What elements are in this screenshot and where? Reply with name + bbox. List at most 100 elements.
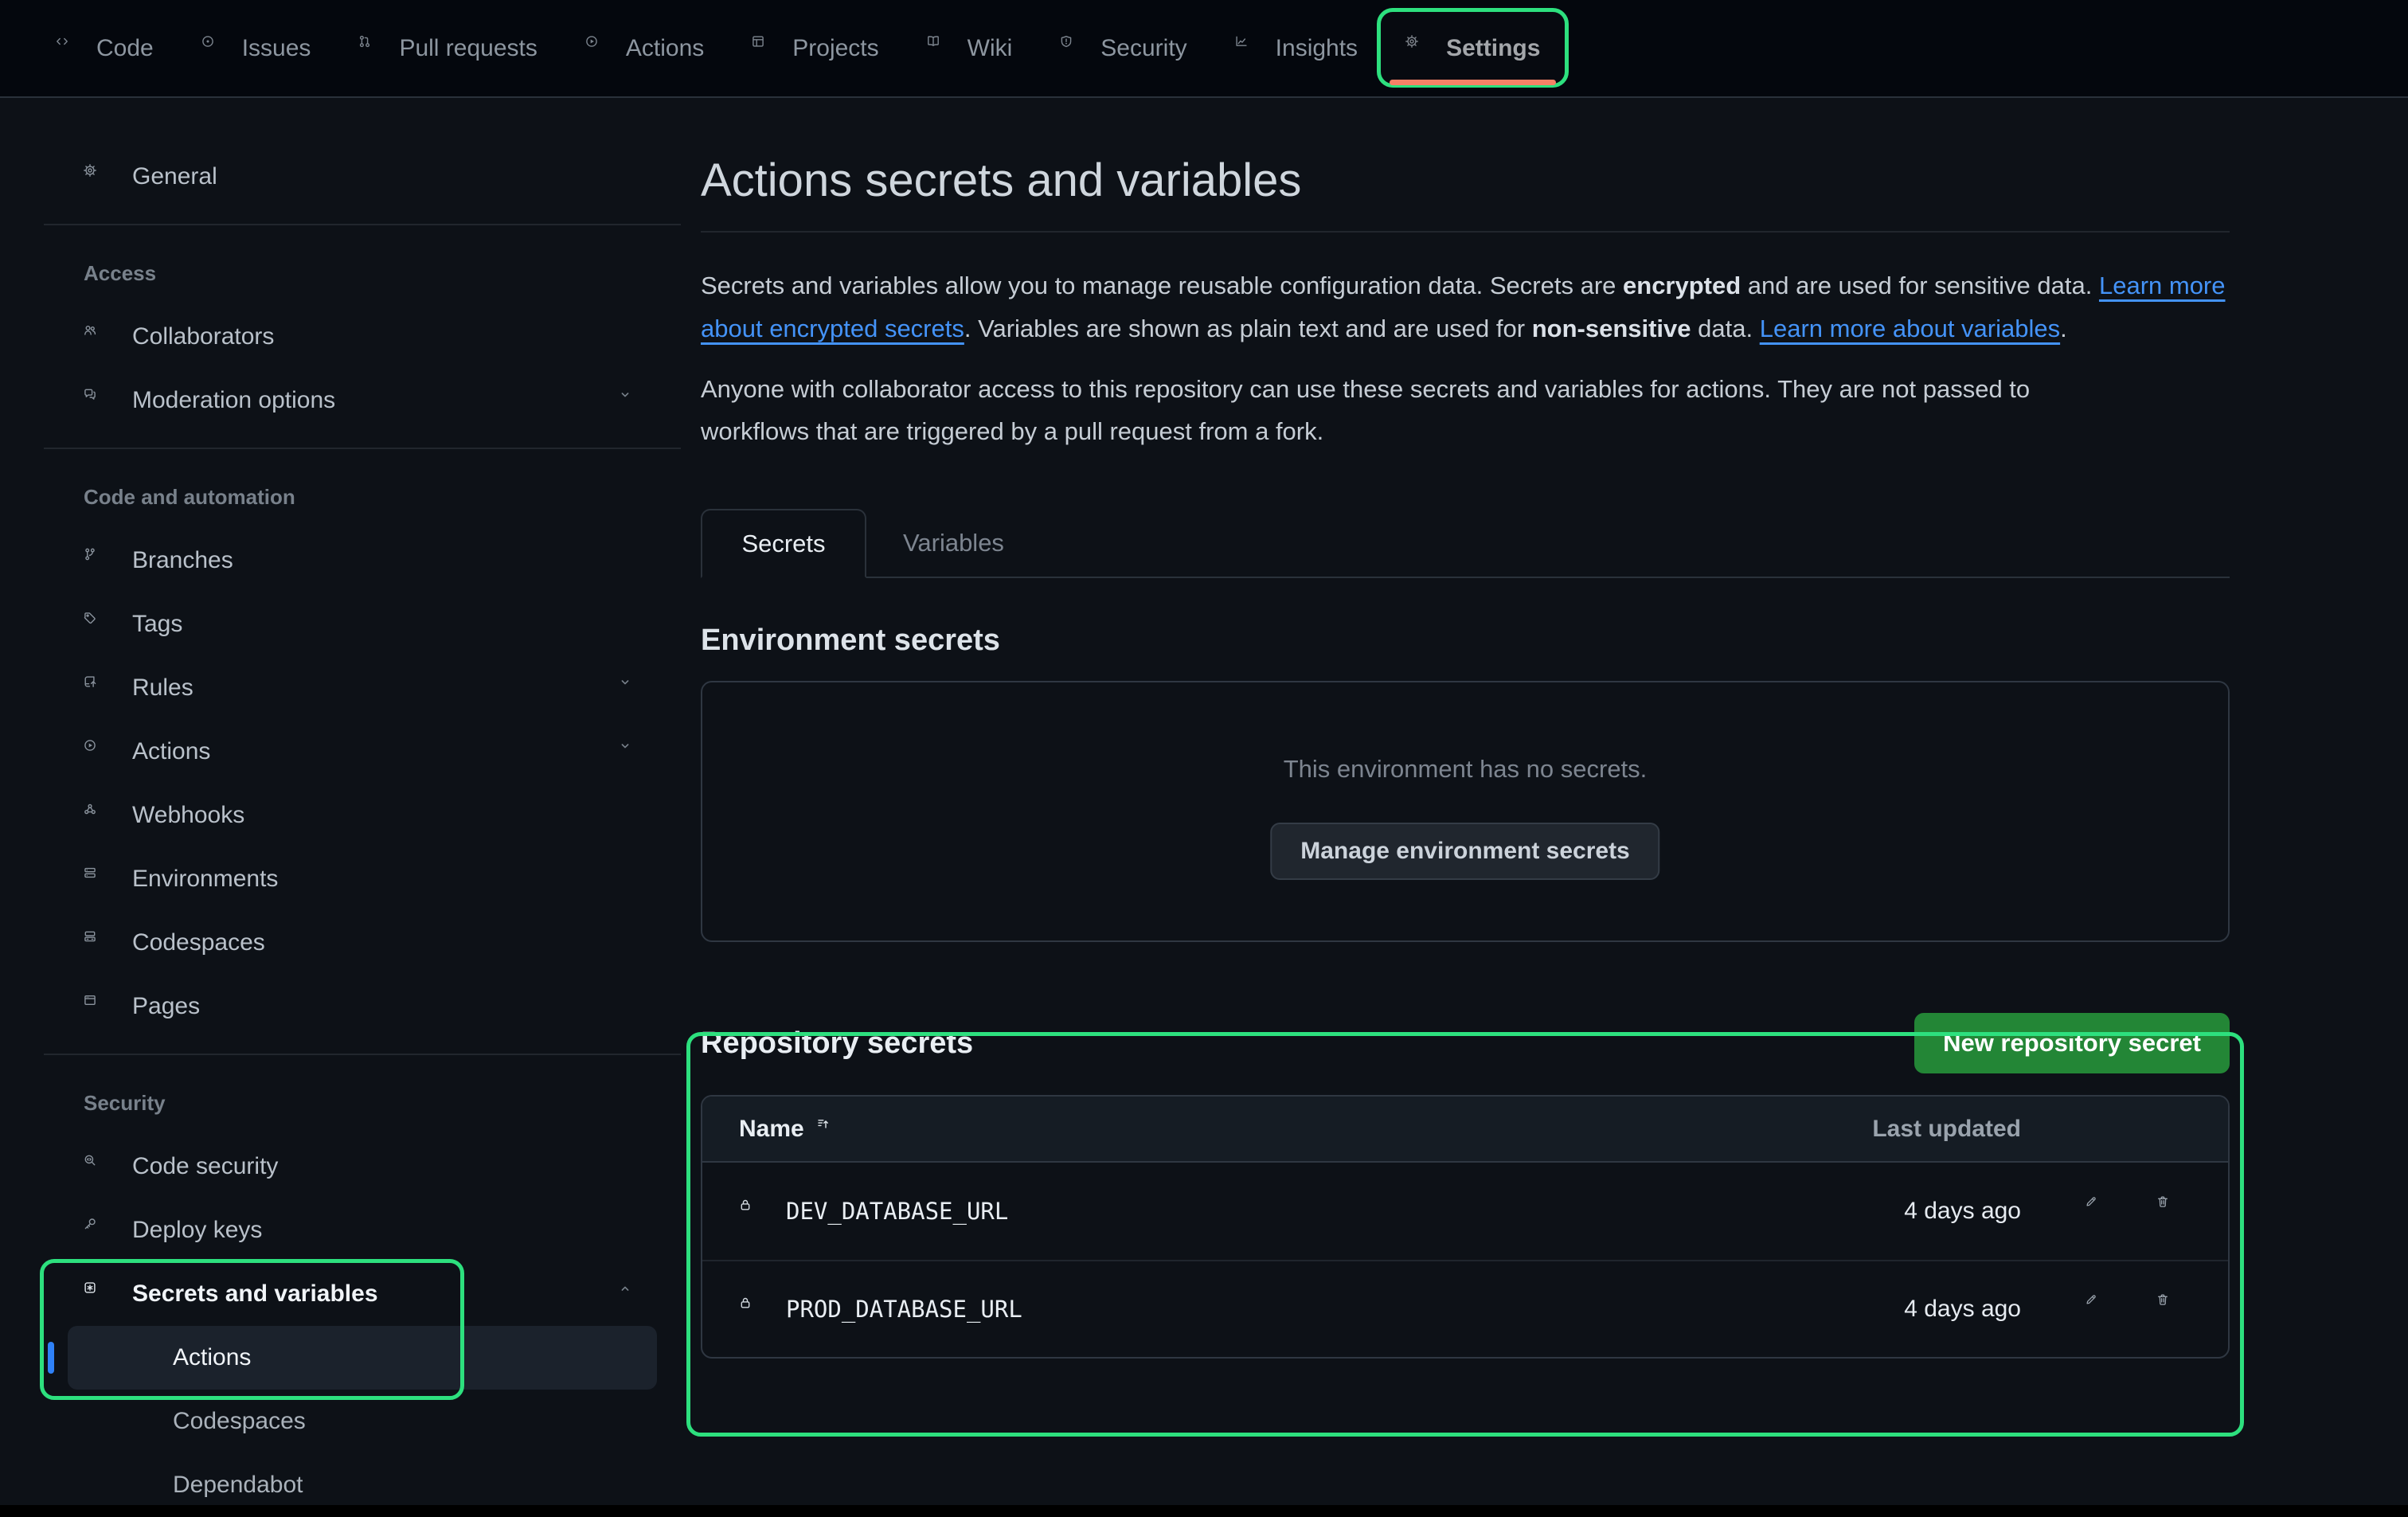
manage-environment-secrets-button[interactable]: Manage environment secrets: [1270, 823, 1659, 880]
git-branch-icon: [84, 548, 110, 574]
book-icon: [927, 35, 953, 61]
gear-icon: [1405, 35, 1432, 61]
sidebar-subitem-codespaces[interactable]: Codespaces: [44, 1390, 681, 1453]
secret-last-updated: 4 days ago: [1782, 1296, 2021, 1323]
sidebar-section-security: Security: [44, 1071, 681, 1135]
column-header-name[interactable]: Name: [739, 1116, 841, 1143]
nav-tab-actions[interactable]: Actions: [561, 0, 728, 97]
intro-text: . Variables are shown as plain text and …: [964, 315, 1532, 342]
sidebar-item-label: Pages: [132, 993, 200, 1020]
intro-text: .: [2060, 315, 2067, 342]
secret-name-cell: PROD_DATABASE_URL: [739, 1296, 1782, 1323]
edit-secret-button[interactable]: [2065, 1293, 2136, 1325]
nav-tab-wiki[interactable]: Wiki: [903, 0, 1037, 97]
column-header-label: Name: [739, 1116, 804, 1143]
nav-tab-label: Wiki: [968, 35, 1013, 62]
sidebar-item-label: Codespaces: [173, 1408, 306, 1435]
webhook-icon: [84, 803, 110, 829]
secret-name: DEV_DATABASE_URL: [786, 1198, 1008, 1225]
play-icon: [84, 739, 110, 765]
intro-text: data.: [1691, 315, 1760, 342]
sidebar-item-label: Tags: [132, 611, 182, 638]
play-icon: [585, 35, 612, 61]
sidebar-item-environments[interactable]: Environments: [44, 847, 681, 911]
sidebar-item-actions[interactable]: Actions: [44, 720, 681, 784]
nav-tab-pull-requests[interactable]: Pull requests: [334, 0, 561, 97]
table-row: DEV_DATABASE_URL 4 days ago: [702, 1163, 2228, 1260]
code-scan-icon: [84, 1154, 110, 1180]
sidebar-item-deploy-keys[interactable]: Deploy keys: [44, 1198, 681, 1262]
repository-secrets-heading: Repository secrets: [701, 1026, 973, 1061]
code-icon: [56, 35, 82, 61]
trash-icon: [2156, 1195, 2188, 1227]
sidebar-item-code-security[interactable]: Code security: [44, 1135, 681, 1198]
nav-tab-label: Actions: [626, 35, 704, 62]
sidebar-subitem-dependabot[interactable]: Dependabot: [44, 1453, 681, 1517]
chevron-down-icon: [619, 389, 643, 412]
repo-tab-nav: Code Issues Pull requests Actions Projec…: [0, 0, 2408, 98]
settings-sidebar: General Access Collaborators Moderation …: [44, 100, 681, 1517]
link-learn-variables[interactable]: Learn more about variables: [1760, 315, 2060, 342]
nav-tab-security[interactable]: Security: [1036, 0, 1210, 97]
sidebar-divider: [44, 1054, 681, 1055]
sidebar-item-tags[interactable]: Tags: [44, 592, 681, 656]
nav-tab-label: Settings: [1446, 35, 1540, 62]
sidebar-item-pages[interactable]: Pages: [44, 975, 681, 1038]
sidebar-item-moderation-options[interactable]: Moderation options: [44, 369, 681, 432]
repository-secrets-table: Name Last updated DEV_DATABASE_URL 4 day…: [701, 1095, 2230, 1359]
sidebar-item-label: Branches: [132, 547, 233, 574]
table-header-row: Name Last updated: [702, 1097, 2228, 1163]
title-divider: [701, 231, 2230, 233]
sidebar-item-label: Moderation options: [132, 387, 335, 414]
sidebar-item-label: Actions: [132, 738, 210, 765]
tab-variables[interactable]: Variables: [866, 509, 1041, 577]
sidebar-item-codespaces[interactable]: Codespaces: [44, 911, 681, 975]
sidebar-subitem-actions-selected[interactable]: Actions: [68, 1326, 657, 1390]
sidebar-item-secrets-and-variables[interactable]: Secrets and variables: [44, 1262, 681, 1326]
nav-tab-settings[interactable]: Settings: [1382, 0, 1564, 97]
sidebar-divider: [44, 224, 681, 225]
sidebar-item-collaborators[interactable]: Collaborators: [44, 305, 681, 369]
sidebar-section-access: Access: [44, 241, 681, 305]
nav-tab-label: Security: [1100, 35, 1186, 62]
sidebar-item-label: Deploy keys: [132, 1217, 262, 1244]
environment-empty-text: This environment has no secrets.: [702, 755, 2228, 784]
new-repository-secret-button[interactable]: New repository secret: [1914, 1013, 2230, 1073]
edit-secret-button[interactable]: [2065, 1195, 2136, 1227]
sidebar-item-label: Dependabot: [173, 1472, 303, 1499]
intro-paragraph: Secrets and variables allow you to manag…: [701, 264, 2230, 350]
graph-icon: [1235, 35, 1261, 61]
sidebar-item-label: Environments: [132, 866, 278, 893]
codespaces-icon: [84, 930, 110, 956]
tab-secrets[interactable]: Secrets: [701, 509, 866, 578]
chevron-down-icon: [619, 740, 643, 764]
chevron-down-icon: [619, 676, 643, 700]
delete-secret-button[interactable]: [2136, 1195, 2208, 1227]
lock-icon: [739, 1198, 765, 1225]
nav-tab-code[interactable]: Code: [32, 0, 178, 97]
sort-ascending-icon: [817, 1117, 841, 1141]
sidebar-item-webhooks[interactable]: Webhooks: [44, 784, 681, 847]
people-icon: [84, 324, 110, 350]
sidebar-item-general[interactable]: General: [44, 145, 681, 209]
nav-tab-insights[interactable]: Insights: [1211, 0, 1382, 97]
nav-tab-issues[interactable]: Issues: [178, 0, 335, 97]
pencil-icon: [2085, 1293, 2117, 1325]
environment-secrets-box: This environment has no secrets. Manage …: [701, 681, 2230, 942]
secret-name: PROD_DATABASE_URL: [786, 1296, 1022, 1323]
key-asterisk-icon: [84, 1281, 110, 1308]
active-tab-underline: [1390, 80, 1556, 85]
nav-tab-projects[interactable]: Projects: [728, 0, 902, 97]
repo-push-icon: [84, 675, 110, 702]
page-title: Actions secrets and variables: [701, 155, 2230, 206]
sidebar-divider: [44, 448, 681, 449]
sidebar-item-label: Actions: [173, 1344, 251, 1371]
shield-icon: [1060, 35, 1086, 61]
nav-tab-label: Issues: [242, 35, 311, 62]
delete-secret-button[interactable]: [2136, 1293, 2208, 1325]
sidebar-item-branches[interactable]: Branches: [44, 529, 681, 592]
sidebar-item-label: Rules: [132, 674, 194, 702]
nav-tab-label: Pull requests: [399, 35, 537, 62]
pencil-icon: [2085, 1195, 2117, 1227]
sidebar-item-rules[interactable]: Rules: [44, 656, 681, 720]
